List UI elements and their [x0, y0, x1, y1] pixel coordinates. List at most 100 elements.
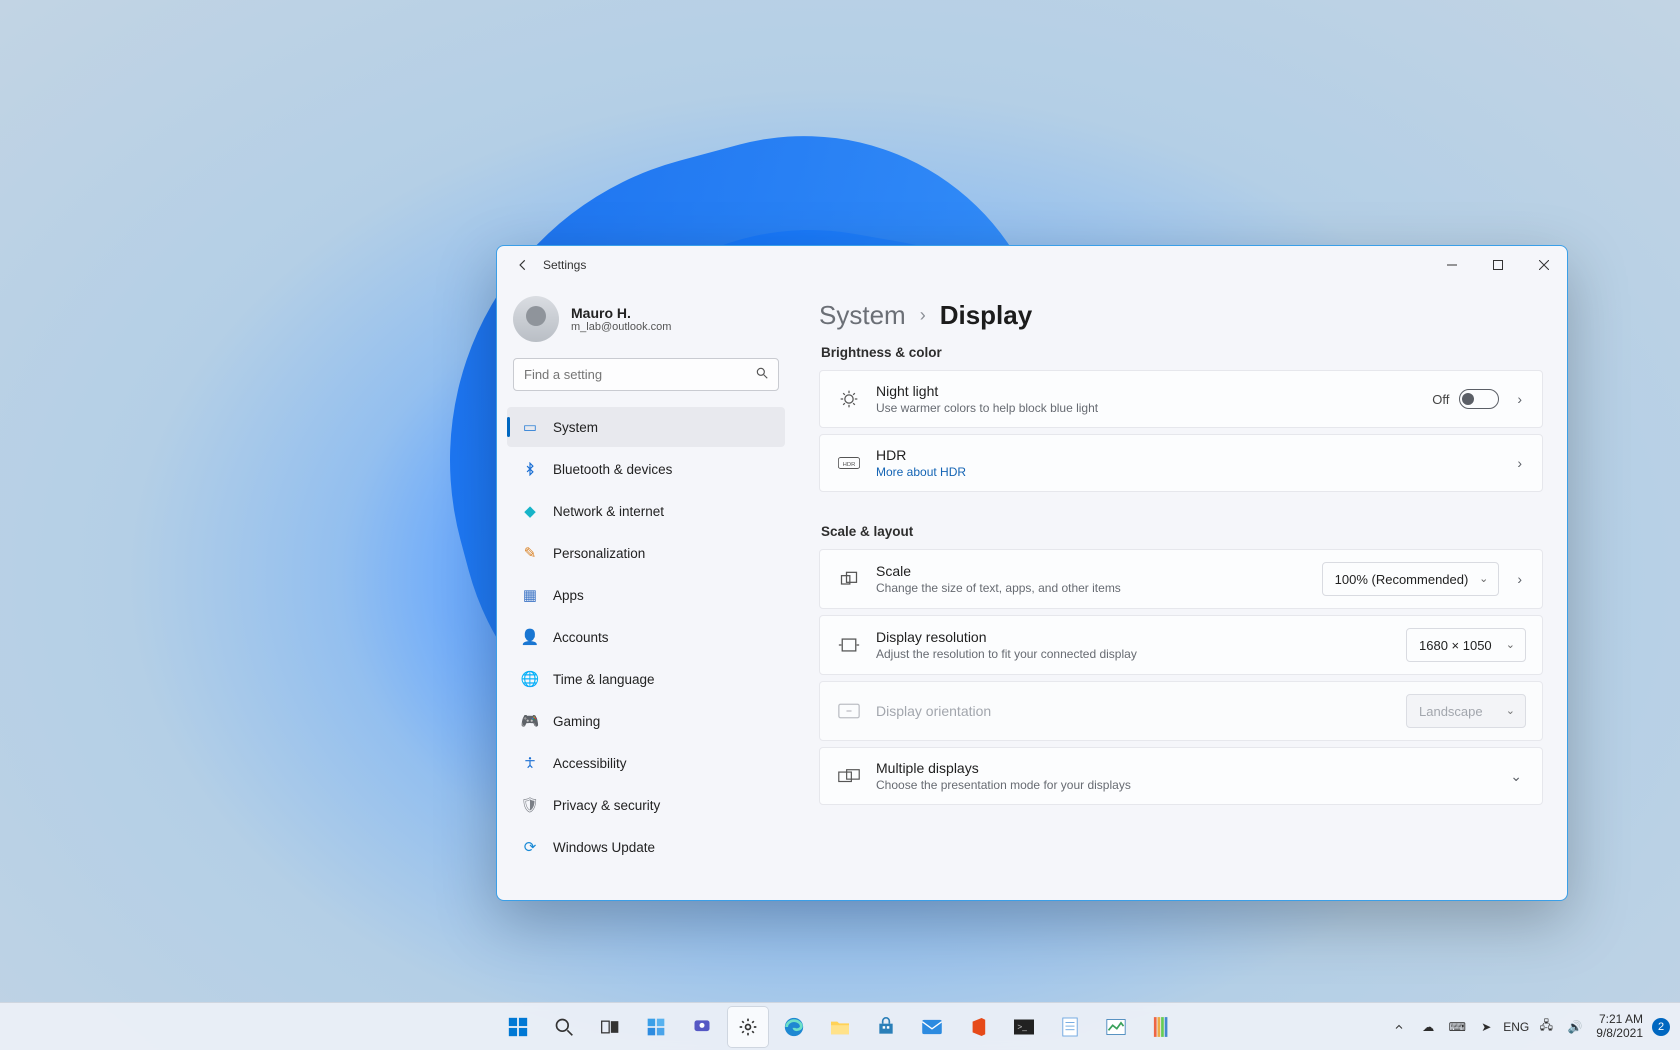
terminal-button[interactable]: >_	[1004, 1007, 1044, 1047]
nav-list: ▭ System Bluetooth & devices ◆ Network &…	[507, 403, 785, 867]
sidebar-item-label: Time & language	[553, 672, 655, 687]
keyboard-icon[interactable]: ⌨	[1445, 1015, 1469, 1039]
display-icon: ▭	[521, 418, 539, 436]
person-icon: 👤	[521, 628, 539, 646]
network-tray-icon[interactable]: 🖧	[1534, 1015, 1558, 1039]
notif-count: 2	[1658, 1021, 1664, 1033]
titlebar: Settings	[497, 246, 1567, 284]
svg-text:>_: >_	[1017, 1021, 1027, 1031]
shield-icon: 🛡	[521, 796, 539, 814]
start-button[interactable]	[498, 1007, 538, 1047]
location-icon[interactable]: ➤	[1474, 1015, 1498, 1039]
chevron-down-icon: ⌄	[1479, 572, 1488, 585]
window-title: Settings	[543, 258, 586, 272]
night-light-toggle[interactable]: Off	[1432, 389, 1499, 409]
account-row[interactable]: Mauro H. m_lab@outlook.com	[507, 292, 785, 354]
search-box	[513, 358, 779, 391]
notifications-button[interactable]: 2	[1652, 1018, 1670, 1036]
sidebar-item-update[interactable]: ⟳ Windows Update	[507, 827, 785, 867]
resolution-dropdown[interactable]: 1680 × 1050 ⌄	[1406, 628, 1526, 662]
card-hdr[interactable]: HDR HDR More about HDR ›	[819, 434, 1543, 492]
maximize-button[interactable]	[1475, 246, 1521, 284]
hdr-icon: HDR	[836, 450, 862, 476]
sidebar-item-gaming[interactable]: 🎮 Gaming	[507, 701, 785, 741]
sidebar-item-bluetooth[interactable]: Bluetooth & devices	[507, 449, 785, 489]
store-button[interactable]	[866, 1007, 906, 1047]
card-title: Display resolution	[876, 629, 1406, 645]
explorer-button[interactable]	[820, 1007, 860, 1047]
maximize-icon	[1493, 260, 1503, 270]
chat-button[interactable]	[682, 1007, 722, 1047]
orientation-dropdown: Landscape ⌄	[1406, 694, 1526, 728]
card-multiple-displays[interactable]: Multiple displays Choose the presentatio…	[819, 747, 1543, 805]
brush-icon: ✎	[521, 544, 539, 562]
onedrive-icon[interactable]: ☁	[1416, 1015, 1440, 1039]
content-area: System › Display Brightness & color Nigh…	[795, 284, 1567, 900]
language-indicator[interactable]: ENG	[1503, 1020, 1529, 1034]
dropdown-value: Landscape	[1419, 704, 1483, 719]
orientation-icon	[836, 698, 862, 724]
sidebar-item-label: Accounts	[553, 630, 609, 645]
chevron-right-icon[interactable]: ›	[1513, 455, 1526, 471]
user-name: Mauro H.	[571, 305, 671, 321]
search-input[interactable]	[513, 358, 779, 391]
resolution-icon	[836, 632, 862, 658]
sidebar-item-system[interactable]: ▭ System	[507, 407, 785, 447]
breadcrumb: System › Display	[819, 300, 1543, 331]
sidebar-item-label: Gaming	[553, 714, 600, 729]
tray-overflow-button[interactable]	[1387, 1015, 1411, 1039]
close-button[interactable]	[1521, 246, 1567, 284]
scale-icon	[836, 566, 862, 592]
mail-button[interactable]	[912, 1007, 952, 1047]
globe-icon: 🌐	[521, 670, 539, 688]
clock-date: 9/8/2021	[1596, 1027, 1643, 1041]
multiple-displays-icon	[836, 763, 862, 789]
chevron-down-icon: ⌄	[1506, 704, 1515, 717]
sidebar-item-accessibility[interactable]: Accessibility	[507, 743, 785, 783]
search-button[interactable]	[544, 1007, 584, 1047]
edge-button[interactable]	[774, 1007, 814, 1047]
chevron-down-icon[interactable]: ⌄	[1506, 768, 1526, 785]
dropdown-value: 1680 × 1050	[1419, 638, 1492, 653]
volume-tray-icon[interactable]: 🔊	[1563, 1015, 1587, 1039]
taskmanager-button[interactable]	[1096, 1007, 1136, 1047]
card-night-light[interactable]: Night light Use warmer colors to help bl…	[819, 370, 1543, 428]
sidebar-item-accounts[interactable]: 👤 Accounts	[507, 617, 785, 657]
sidebar-item-label: Network & internet	[553, 504, 664, 519]
sidebar-item-label: Apps	[553, 588, 584, 603]
app-rainbow-button[interactable]	[1142, 1007, 1182, 1047]
hdr-link[interactable]: More about HDR	[876, 465, 1513, 479]
widgets-button[interactable]	[636, 1007, 676, 1047]
back-button[interactable]	[509, 251, 537, 279]
breadcrumb-parent[interactable]: System	[819, 300, 906, 331]
scale-dropdown[interactable]: 100% (Recommended) ⌄	[1322, 562, 1500, 596]
gamepad-icon: 🎮	[521, 712, 539, 730]
card-scale[interactable]: Scale Change the size of text, apps, and…	[819, 549, 1543, 609]
chevron-right-icon: ›	[920, 305, 926, 326]
taskview-button[interactable]	[590, 1007, 630, 1047]
sidebar-item-apps[interactable]: ▦ Apps	[507, 575, 785, 615]
sidebar-item-time-language[interactable]: 🌐 Time & language	[507, 659, 785, 699]
chevron-right-icon[interactable]: ›	[1513, 391, 1526, 407]
sidebar-item-privacy[interactable]: 🛡 Privacy & security	[507, 785, 785, 825]
card-subtitle: Choose the presentation mode for your di…	[876, 778, 1506, 792]
taskbar-pinned-apps: >_	[498, 1007, 1182, 1047]
settings-app-button[interactable]	[728, 1007, 768, 1047]
clock-time: 7:21 AM	[1596, 1013, 1643, 1027]
card-resolution[interactable]: Display resolution Adjust the resolution…	[819, 615, 1543, 675]
clock[interactable]: 7:21 AM 9/8/2021	[1596, 1013, 1643, 1041]
notepad-button[interactable]	[1050, 1007, 1090, 1047]
chevron-right-icon[interactable]: ›	[1513, 571, 1526, 587]
night-light-icon	[836, 386, 862, 412]
card-orientation: Display orientation Landscape ⌄	[819, 681, 1543, 741]
office-button[interactable]	[958, 1007, 998, 1047]
system-tray: ☁ ⌨ ➤ ENG 🖧 🔊 7:21 AM 9/8/2021 2	[1387, 1013, 1680, 1041]
card-subtitle: Change the size of text, apps, and other…	[876, 581, 1322, 595]
sidebar-item-network[interactable]: ◆ Network & internet	[507, 491, 785, 531]
section-scale-layout: Scale & layout	[821, 524, 1543, 539]
sidebar-item-personalization[interactable]: ✎ Personalization	[507, 533, 785, 573]
minimize-button[interactable]	[1429, 246, 1475, 284]
avatar	[513, 296, 559, 342]
apps-icon: ▦	[521, 586, 539, 604]
update-icon: ⟳	[521, 838, 539, 856]
